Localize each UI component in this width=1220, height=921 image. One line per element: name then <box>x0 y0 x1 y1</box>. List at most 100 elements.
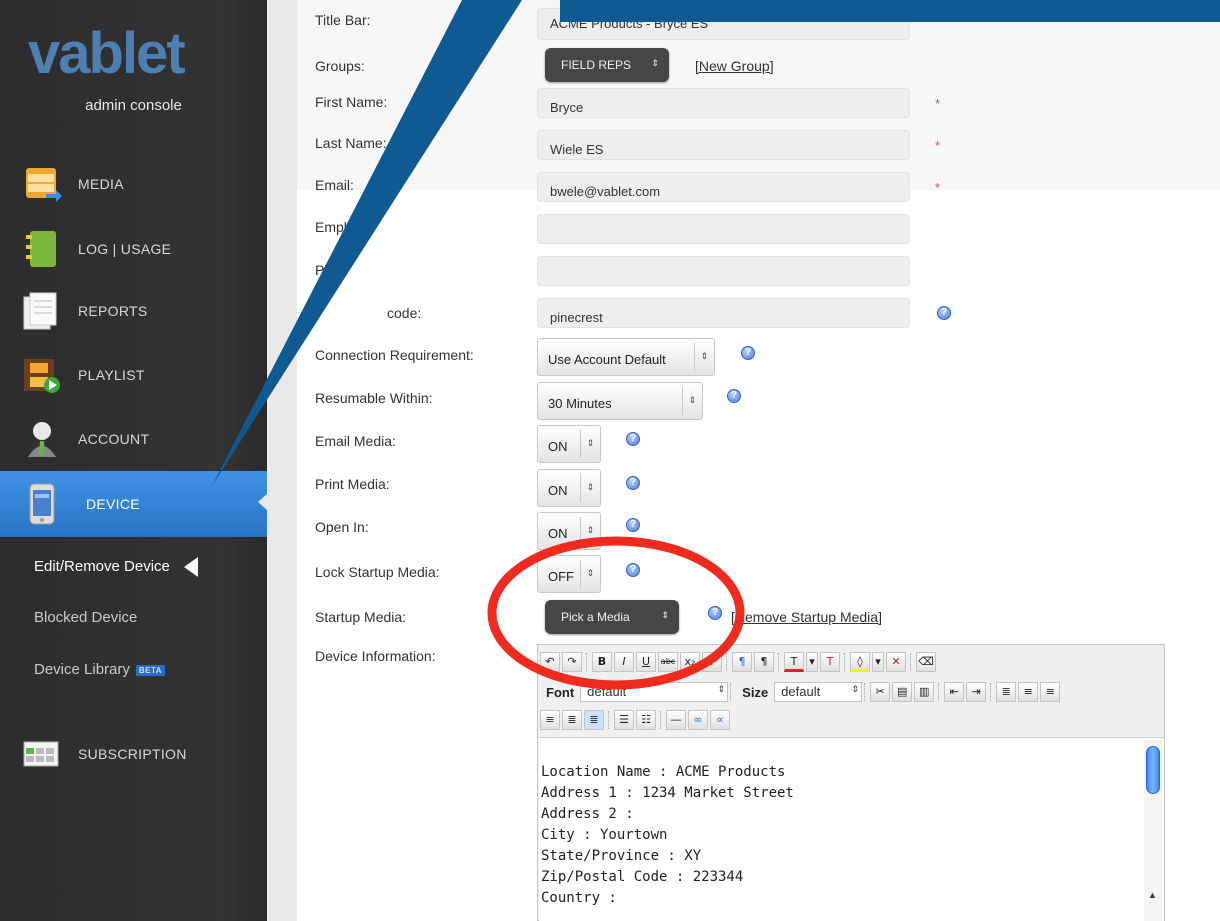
dropdown-arrow-icon[interactable]: ▾ <box>806 652 818 672</box>
sub-blocked-device[interactable]: Blocked Device <box>34 609 137 626</box>
size-select[interactable]: default ⇕ <box>774 682 863 702</box>
justify-icon[interactable]: ≣ <box>562 710 582 730</box>
new-group-link[interactable]: [New Group] <box>695 58 774 74</box>
ordered-list-icon[interactable]: ☰ <box>614 710 634 730</box>
chevron-updown-icon: ⇕ <box>682 387 702 415</box>
pick-media-button[interactable]: Pick a Media ⇕ <box>545 600 679 634</box>
help-icon[interactable]: ? <box>727 389 741 403</box>
help-icon[interactable]: ? <box>626 432 640 446</box>
help-icon[interactable]: ? <box>626 563 640 577</box>
font-select[interactable]: default ⇕ <box>580 682 729 702</box>
outdent-icon[interactable]: ⇤ <box>944 682 965 702</box>
chevron-updown-icon: ⇕ <box>851 684 860 694</box>
horizontal-rule-icon[interactable]: — <box>666 710 686 730</box>
print-media-select[interactable]: ON ⇕ <box>537 469 601 507</box>
italic-icon[interactable]: I <box>614 652 634 672</box>
help-icon[interactable]: ? <box>708 606 722 620</box>
bold-icon[interactable]: B <box>592 652 612 672</box>
first-name-field[interactable]: Bryce <box>537 88 910 118</box>
pick-media-label: Pick a Media <box>561 610 630 624</box>
underline-icon[interactable]: U <box>636 652 656 672</box>
remove-format-icon[interactable]: T <box>820 652 840 672</box>
nav-playlist[interactable]: PLAYLIST <box>0 344 267 406</box>
sub-edit-remove-device[interactable]: Edit/Remove Device <box>34 557 198 577</box>
superscript-icon[interactable]: x² <box>702 652 722 672</box>
subscript-icon[interactable]: x₂ <box>680 652 700 672</box>
size-value: default <box>781 684 821 699</box>
help-icon[interactable]: ? <box>626 476 640 490</box>
remove-highlight-icon[interactable]: ✕ <box>886 652 906 672</box>
dropdown-arrow-icon[interactable]: ▾ <box>872 652 884 672</box>
sub-label: Edit/Remove Device <box>34 557 170 575</box>
unordered-list-icon[interactable]: ☷ <box>636 710 656 730</box>
toolbar-separator <box>608 711 612 729</box>
align-left-icon[interactable]: ≡ <box>1018 682 1039 702</box>
toolbar-separator <box>910 653 914 671</box>
toolbar-row-1: ↶ ↷ B I U abc x₂ x² ¶ ¶ T ▾ T ◊ ▾ ✕ ⌫ <box>538 649 1164 675</box>
lock-startup-media-select[interactable]: OFF ⇕ <box>537 555 601 593</box>
paste-word-icon[interactable]: ▥ <box>914 682 935 702</box>
undo-icon[interactable]: ↶ <box>540 652 560 672</box>
last-name-field[interactable]: Wiele ES <box>537 130 910 160</box>
select-value: OFF <box>548 569 574 584</box>
strikethrough-icon[interactable]: abc <box>658 652 678 672</box>
cut-icon[interactable]: ✂ <box>870 682 891 702</box>
ltr-icon[interactable]: ¶ <box>732 652 752 672</box>
startup-media-label: Startup Media: <box>315 609 407 625</box>
main-panel: Title Bar: ACME Products - Bryce ES Grou… <box>297 0 1220 921</box>
remove-startup-media-link[interactable]: [Remove Startup Media] <box>731 609 882 625</box>
toolbar-separator <box>586 653 590 671</box>
paragraph-format-icon[interactable]: ≣ <box>996 682 1017 702</box>
help-icon[interactable]: ? <box>741 346 755 360</box>
align-right-icon[interactable]: ≡ <box>540 710 560 730</box>
chevron-updown-icon: ⇕ <box>580 474 600 502</box>
nav-label: ACCOUNT <box>78 431 150 447</box>
sidebar: vablet admin console MEDIA LOG | USAGE R… <box>0 0 267 921</box>
beta-badge: BETA <box>135 664 166 676</box>
link-icon[interactable]: ∞ <box>688 710 708 730</box>
paste-icon[interactable]: ▤ <box>892 682 913 702</box>
justify-all-icon[interactable]: ≣ <box>584 710 604 730</box>
text-color-icon[interactable]: T <box>784 652 804 672</box>
console-subtitle: admin console <box>85 97 182 114</box>
vertical-scrollbar[interactable]: ▲ <box>1144 740 1162 921</box>
toolbar-separator <box>726 653 730 671</box>
redo-icon[interactable]: ↷ <box>562 652 582 672</box>
highlight-color-icon[interactable]: ◊ <box>850 652 870 672</box>
last-name-label: Last Name: <box>315 135 387 151</box>
nav-device[interactable]: DEVICE <box>0 471 267 537</box>
sub-device-library[interactable]: Device Library BETA <box>34 661 166 678</box>
nav-log-usage[interactable]: LOG | USAGE <box>0 218 267 280</box>
toolbar-row-2: Font default ⇕ Size default ⇕ ✂ ▤ ▥ ⇤ ⇥ ≣ … <box>538 679 1164 705</box>
nav-media[interactable]: MEDIA <box>0 153 267 215</box>
groups-select[interactable]: FIELD REPS ⇕ <box>545 48 669 82</box>
editor-content[interactable]: Location Name : ACME Products Address 1 … <box>539 737 1164 921</box>
passcode-field[interactable]: pinecrest <box>537 298 910 328</box>
help-icon[interactable]: ? <box>626 518 640 532</box>
employee-id-label: Empl <box>315 219 347 235</box>
nav-subscription[interactable]: SUBSCRIPTION <box>0 723 267 785</box>
nav-reports[interactable]: REPORTS <box>0 280 267 342</box>
groups-value: FIELD REPS <box>561 58 632 72</box>
align-center-icon[interactable]: ≡ <box>1040 682 1061 702</box>
current-arrow-icon <box>183 557 198 577</box>
resumable-within-select[interactable]: 30 Minutes ⇕ <box>537 382 703 420</box>
active-indicator <box>258 494 267 510</box>
scrollbar-thumb[interactable] <box>1146 746 1160 794</box>
nav-label: MEDIA <box>78 176 124 192</box>
email-field[interactable]: bwele@vablet.com <box>537 172 910 202</box>
indent-icon[interactable]: ⇥ <box>966 682 987 702</box>
help-icon[interactable]: ? <box>937 306 951 320</box>
eraser-icon[interactable]: ⌫ <box>916 652 936 672</box>
email-media-select[interactable]: ON ⇕ <box>537 425 601 463</box>
phone-field[interactable] <box>537 256 910 286</box>
open-in-select[interactable]: ON ⇕ <box>537 512 601 550</box>
employee-id-field[interactable] <box>537 214 910 244</box>
rtl-icon[interactable]: ¶ <box>754 652 774 672</box>
title-bar-field[interactable]: ACME Products - Bryce ES <box>537 8 910 40</box>
select-value: 30 Minutes <box>548 396 612 411</box>
nav-account[interactable]: ACCOUNT <box>0 408 267 470</box>
scroll-up-arrow-icon[interactable]: ▲ <box>1148 890 1157 900</box>
unlink-icon[interactable]: ∝ <box>710 710 730 730</box>
connection-requirement-select[interactable]: Use Account Default ⇕ <box>537 338 715 376</box>
